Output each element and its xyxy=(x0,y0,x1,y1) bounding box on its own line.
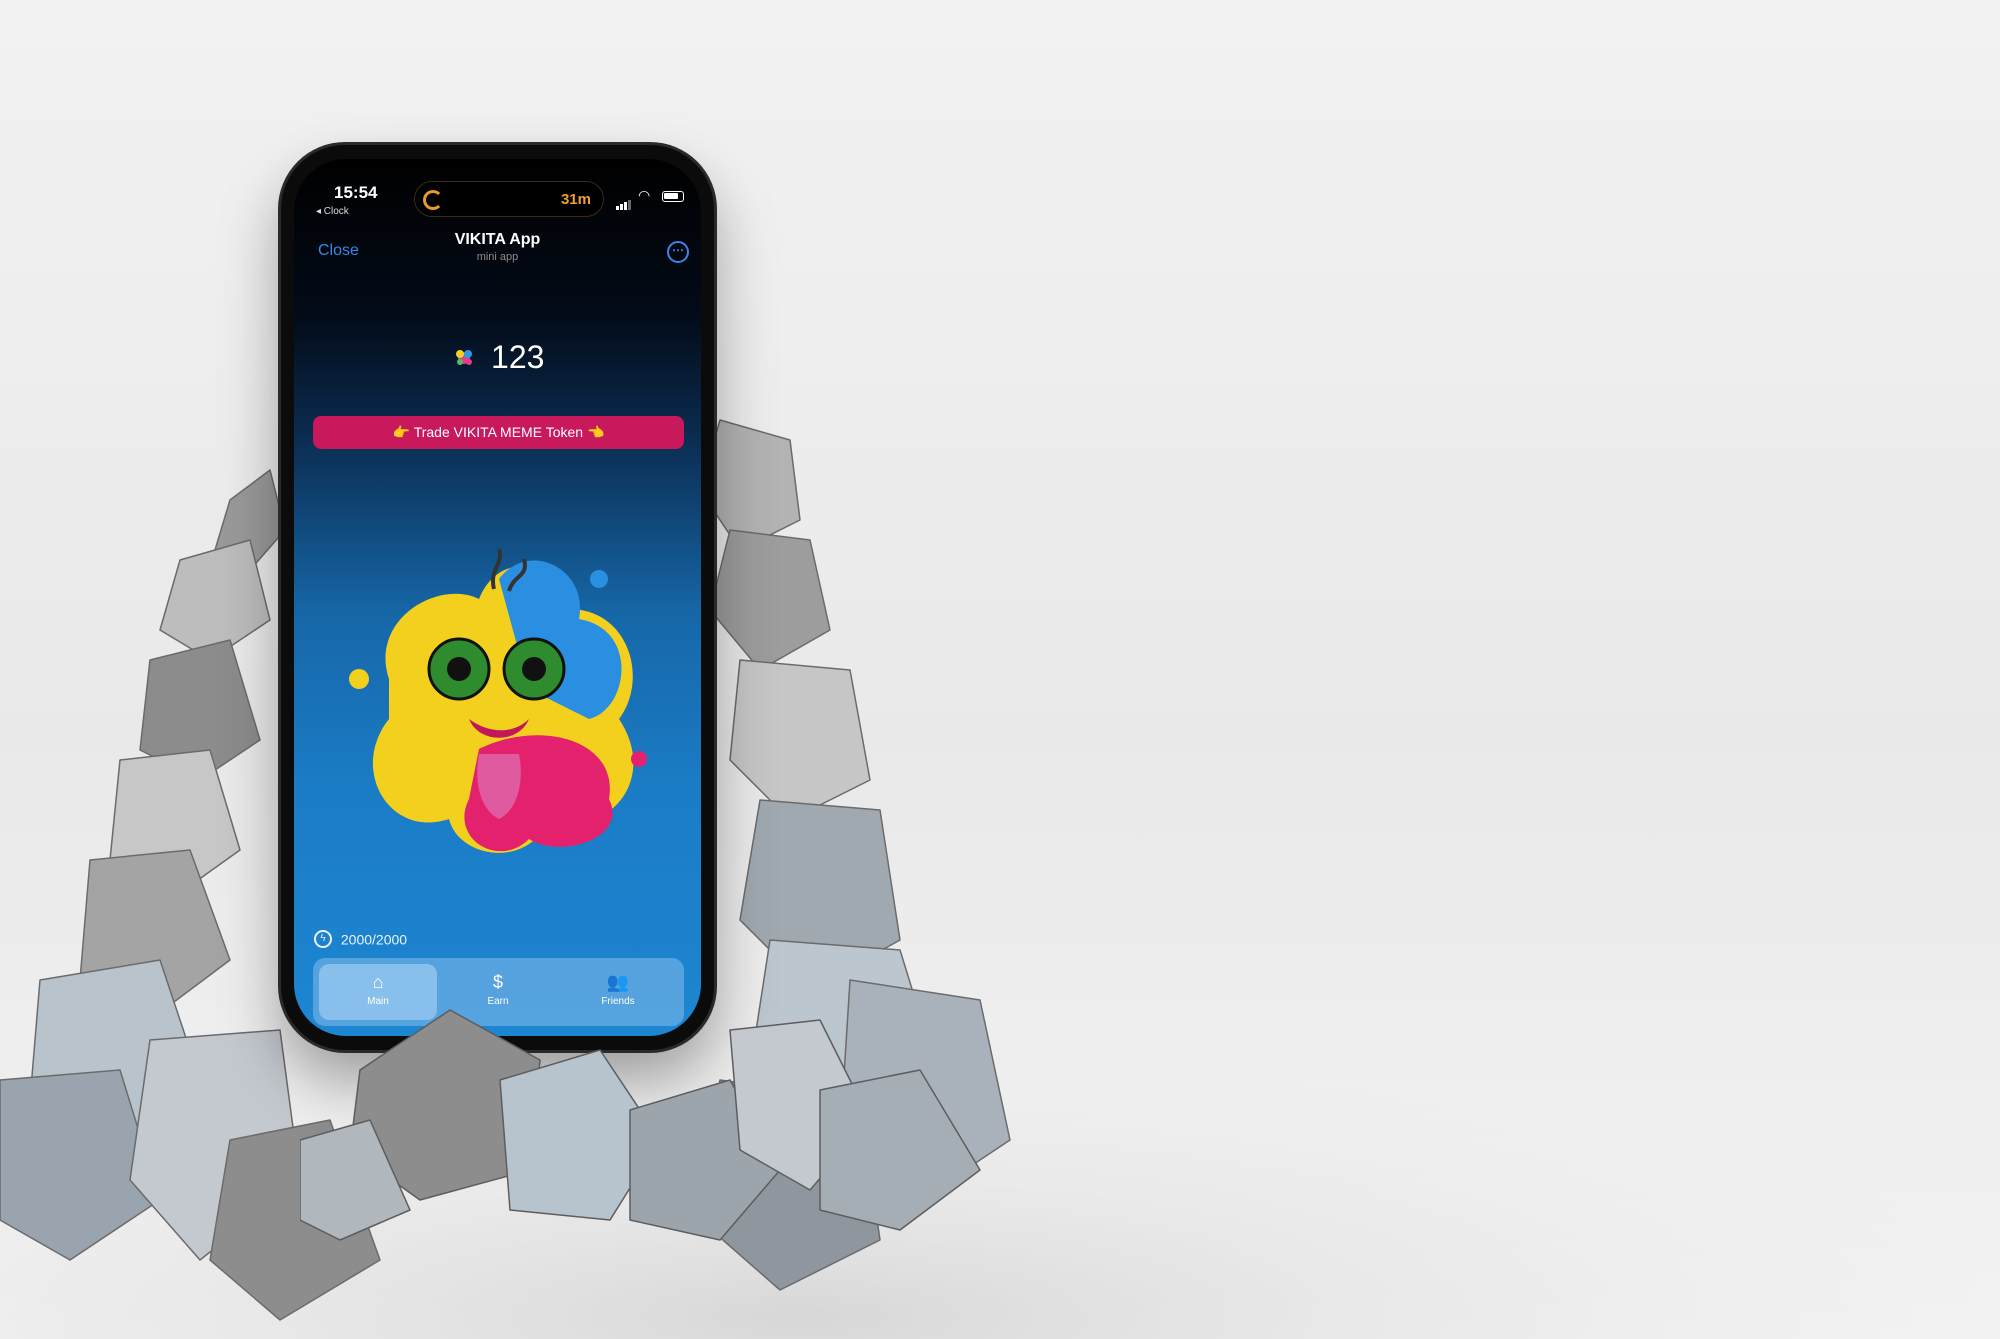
friends-icon: 👥 xyxy=(606,972,630,992)
wifi-icon: ◠ xyxy=(638,187,651,203)
cellular-signal-icon xyxy=(616,192,632,210)
battery-icon xyxy=(662,191,684,202)
energy-value: 2000/2000 xyxy=(340,931,408,948)
trade-token-button[interactable]: 👉 Trade VIKITA MEME Token 👈 xyxy=(313,416,684,449)
energy-indicator: ϟ 2000/2000 xyxy=(314,930,408,949)
balance-display: 123 xyxy=(294,339,701,376)
dynamic-island[interactable]: 31m xyxy=(414,181,604,217)
mini-app-header: Close VIKITA App mini app ⋯ xyxy=(294,221,701,281)
app-screen: 15:54 ◂ Clock 31m ◠ Close VIKITA App min… xyxy=(294,159,701,1036)
status-time: 15:54 xyxy=(334,183,378,202)
back-to-app-link[interactable]: ◂ Clock xyxy=(316,206,349,217)
dollar-icon: $ xyxy=(492,972,503,992)
timer-remaining: 31m xyxy=(560,191,591,208)
status-bar: 15:54 ◂ Clock 31m ◠ xyxy=(294,159,701,219)
balance-value: 123 xyxy=(491,339,545,375)
app-subtitle: mini app xyxy=(476,251,519,263)
foreground-crystal-rocks xyxy=(300,1009,981,1241)
vikita-mascot-tap-target[interactable] xyxy=(329,519,669,889)
lightning-icon: ϟ xyxy=(314,930,332,949)
more-icon[interactable]: ⋯ xyxy=(667,241,689,263)
phone-device: 15:54 ◂ Clock 31m ◠ Close VIKITA App min… xyxy=(281,145,714,1050)
home-icon: ⌂ xyxy=(372,972,384,992)
timer-icon xyxy=(423,190,443,210)
coin-icon xyxy=(455,349,472,365)
app-title: VIKITA App xyxy=(454,231,541,248)
